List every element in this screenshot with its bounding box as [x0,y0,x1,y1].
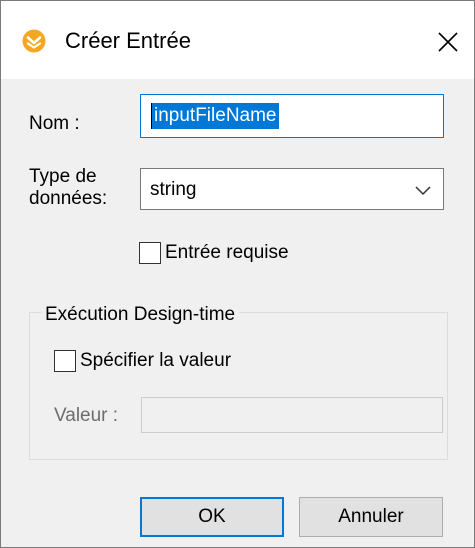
name-input[interactable]: inputFileName [140,94,444,138]
value-label: Valeur : [54,405,119,426]
name-label: Nom : [29,113,80,134]
dialog-title: Créer Entrée [65,28,191,53]
chevron-down-icon [415,183,431,196]
required-checkbox[interactable] [139,242,161,264]
name-input-value: inputFileName [152,103,279,129]
type-label-line1: Type de [29,166,97,187]
create-input-dialog: Créer Entrée Nom : inputFileName Type de… [0,0,475,548]
cancel-button[interactable]: Annuler [299,497,443,537]
title-bar: Créer Entrée [1,1,474,79]
close-icon[interactable] [431,25,465,59]
data-type-value: string [150,179,197,200]
required-label: Entrée requise [165,242,289,263]
specify-value-checkbox[interactable] [54,350,76,372]
data-type-select[interactable]: string [140,168,444,210]
specify-value-label: Spécifier la valeur [80,350,232,371]
design-time-legend: Exécution Design-time [41,304,240,326]
design-time-group [29,312,448,460]
ok-button[interactable]: OK [140,497,284,537]
mapforce-logo-icon [22,29,46,53]
type-label-line2: données: [29,188,108,209]
value-input [141,397,443,433]
